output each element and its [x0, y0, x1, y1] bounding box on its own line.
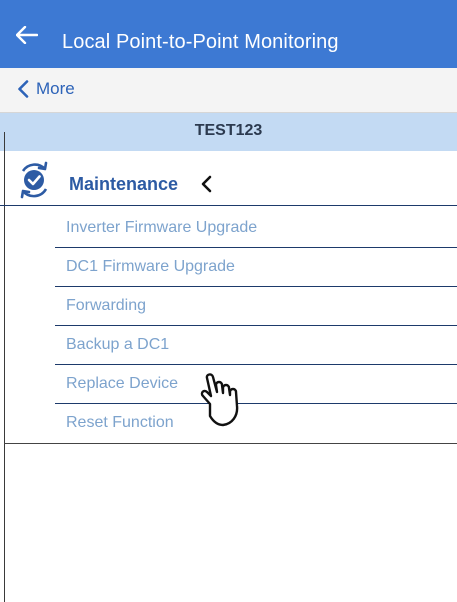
menu-item-forwarding[interactable]: Forwarding — [55, 287, 457, 326]
chevron-left-icon[interactable] — [17, 80, 29, 98]
page-title: Local Point-to-Point Monitoring — [62, 31, 339, 53]
menu-item-replace-device[interactable]: Replace Device — [55, 365, 457, 404]
sync-check-icon — [20, 161, 48, 199]
menu-item-label: Inverter Firmware Upgrade — [66, 219, 258, 236]
menu-item-label: DC1 Firmware Upgrade — [66, 258, 235, 275]
menu-item-label: Backup a DC1 — [66, 336, 170, 353]
menu-item-label: Forwarding — [66, 297, 147, 314]
menu-item-dc1-firmware-upgrade[interactable]: DC1 Firmware Upgrade — [55, 248, 457, 287]
hand-pointer-icon — [200, 373, 239, 427]
title-bar: Local Point-to-Point Monitoring — [0, 0, 457, 68]
menu-item-backup-a-dc1[interactable]: Backup a DC1 — [55, 326, 457, 365]
device-name: TEST123 — [194, 122, 263, 139]
menu-item-label: Replace Device — [66, 375, 179, 392]
menu-item-inverter-firmware-upgrade[interactable]: Inverter Firmware Upgrade — [55, 209, 457, 248]
list-bottom-divider — [4, 443, 457, 444]
menu-item-label: Reset Function — [66, 414, 174, 431]
maintenance-label[interactable]: Maintenance — [69, 174, 178, 195]
menu-item-reset-function[interactable]: Reset Function — [55, 404, 457, 443]
chevron-left-icon[interactable] — [200, 175, 212, 193]
arrow-left-icon[interactable] — [16, 26, 38, 44]
more-back-link[interactable]: More — [36, 79, 75, 99]
app-screen: Local Point-to-Point Monitoring More TES… — [0, 0, 457, 602]
